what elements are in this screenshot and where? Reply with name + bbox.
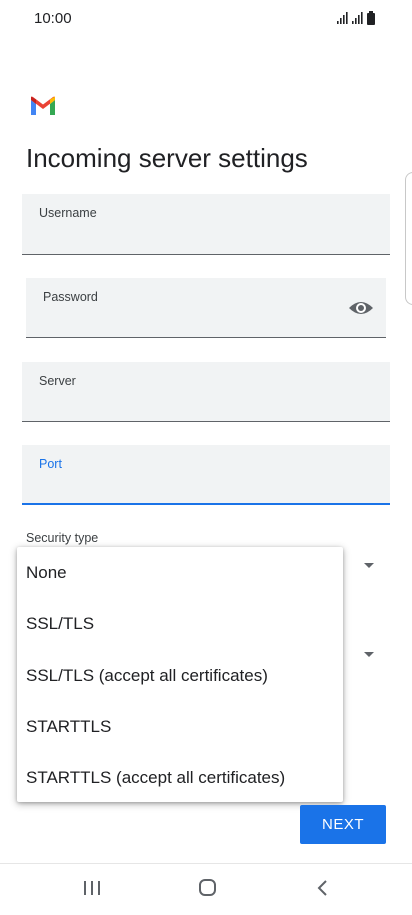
status-time: 10:00 bbox=[34, 10, 72, 27]
security-type-dropdown: None SSL/TLS SSL/TLS (accept all certifi… bbox=[17, 547, 343, 802]
dropdown-option-starttls-accept-all[interactable]: STARTTLS (accept all certificates) bbox=[26, 762, 326, 794]
signal-icon bbox=[352, 12, 363, 24]
dropdown-option-ssl-tls-accept-all[interactable]: SSL/TLS (accept all certificates) bbox=[26, 660, 326, 692]
status-bar: 10:00 bbox=[0, 0, 412, 36]
next-button[interactable]: NEXT bbox=[300, 805, 386, 844]
nav-divider bbox=[0, 863, 412, 864]
eye-icon[interactable] bbox=[348, 298, 374, 318]
server-field[interactable]: Server bbox=[22, 362, 390, 422]
username-field[interactable]: Username bbox=[22, 194, 390, 255]
page-title: Incoming server settings bbox=[26, 143, 308, 173]
battery-icon bbox=[367, 11, 375, 25]
chevron-down-icon[interactable] bbox=[364, 563, 374, 568]
port-field[interactable]: Port bbox=[22, 445, 390, 505]
password-label: Password bbox=[43, 290, 98, 304]
dropdown-option-ssl-tls[interactable]: SSL/TLS bbox=[26, 608, 326, 640]
chevron-down-icon[interactable] bbox=[364, 652, 374, 657]
scroll-indicator[interactable] bbox=[405, 172, 412, 305]
gmail-logo-icon bbox=[31, 96, 55, 115]
security-type-label: Security type bbox=[26, 531, 99, 545]
dropdown-option-none[interactable]: None bbox=[26, 557, 326, 589]
port-label: Port bbox=[39, 457, 62, 471]
password-field[interactable]: Password bbox=[26, 278, 386, 338]
server-label: Server bbox=[39, 374, 76, 388]
username-label: Username bbox=[39, 206, 97, 220]
dropdown-option-starttls[interactable]: STARTTLS bbox=[26, 711, 326, 743]
signal-icon bbox=[337, 12, 348, 24]
back-icon[interactable] bbox=[302, 873, 342, 903]
status-icons bbox=[337, 11, 375, 25]
home-icon[interactable] bbox=[187, 873, 227, 903]
recents-icon[interactable] bbox=[72, 873, 112, 903]
